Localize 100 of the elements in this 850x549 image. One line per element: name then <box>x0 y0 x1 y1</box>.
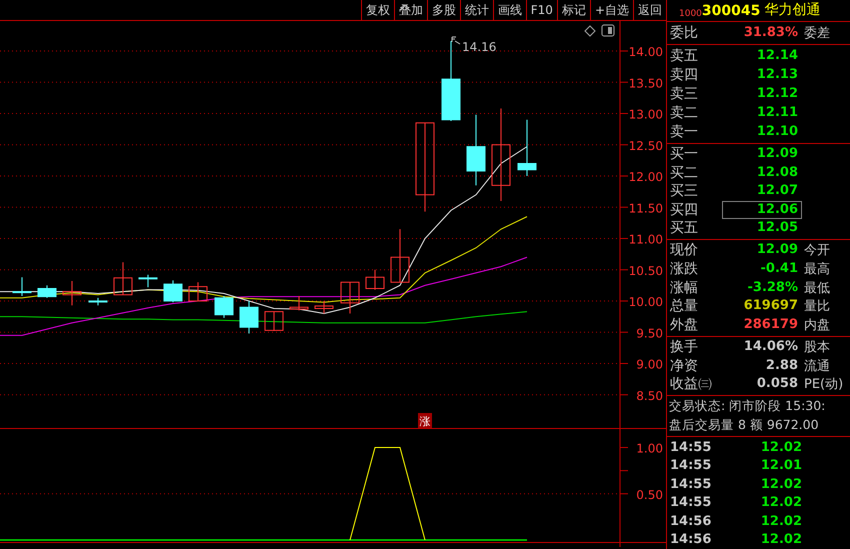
trade-price: 12.01 <box>760 458 802 474</box>
row-label: 外盘 <box>670 316 699 334</box>
row-value: 31.83% <box>742 24 799 42</box>
ask-price: 12.10 <box>756 123 799 142</box>
ask-price: 12.13 <box>756 66 799 84</box>
row-value: 12.09 <box>756 241 799 260</box>
row-label: PE(动) <box>803 376 844 394</box>
row-label: 最低 <box>803 280 831 297</box>
trade-time: 14:55 <box>670 495 712 510</box>
price-axis-label: 11.00 <box>628 232 663 246</box>
ask-price: 12.12 <box>756 84 799 103</box>
candlestick <box>138 274 158 288</box>
price-axis-label: 11.50 <box>628 201 663 216</box>
bid-price[interactable]: 12.08 <box>722 164 802 182</box>
bid-label: 买一 <box>670 144 699 163</box>
row-value: 0.058 <box>756 375 799 394</box>
candlestick <box>114 262 132 296</box>
candlestick <box>518 119 536 176</box>
trade-price: 12.02 <box>760 532 802 548</box>
row-value: 14.06% <box>742 338 799 356</box>
code-prefix: 1000 <box>679 8 702 19</box>
trade-price: 12.02 <box>760 514 802 529</box>
bid-price[interactable]: 12.06 <box>722 200 802 219</box>
price-axis-label: 13.00 <box>628 108 663 122</box>
bid-label: 买四 <box>670 200 699 219</box>
ask-label: 卖一 <box>670 123 699 142</box>
candlestick <box>466 114 486 186</box>
row-label: 流通 <box>803 358 831 375</box>
row-label: 现价 <box>670 241 699 260</box>
ask-price: 12.14 <box>756 46 799 65</box>
price-axis-label: 14.00 <box>628 45 663 59</box>
candlestick <box>290 296 308 311</box>
candlestick <box>366 269 384 290</box>
trade-time: 14:56 <box>670 532 712 548</box>
trade-time: 14:56 <box>670 514 712 529</box>
row-value: 286179 <box>742 316 799 334</box>
panel-toggle-icon[interactable] <box>602 24 614 36</box>
stock-name: 华力创通 <box>764 0 820 19</box>
row-value: 619697 <box>742 297 799 316</box>
status-text: 交易状态: 闭市阶段 15:30: <box>668 398 826 415</box>
candlestick <box>240 300 258 334</box>
ask-label: 卖二 <box>670 104 699 122</box>
row-label: 股本 <box>803 338 831 356</box>
candlestick <box>164 280 182 303</box>
trade-time: 14:55 <box>670 458 712 474</box>
candlestick <box>214 296 234 318</box>
bid-price[interactable]: 12.09 <box>722 144 802 163</box>
row-label: 总量 <box>670 297 699 316</box>
trade-price: 12.02 <box>760 495 802 510</box>
row-label: 今开 <box>803 242 831 260</box>
diamond-icon[interactable] <box>584 25 596 37</box>
candlestick <box>264 311 284 332</box>
bid-label: 买二 <box>670 164 699 182</box>
candlestick <box>88 297 108 306</box>
row-label: 换手 <box>670 338 699 356</box>
high-price-label: 14.16 <box>462 40 496 54</box>
candlestick <box>38 284 56 298</box>
price-axis-label: 13.50 <box>628 76 663 90</box>
price-axis-label: 12.00 <box>628 170 663 184</box>
bid-price[interactable]: 12.07 <box>722 182 802 200</box>
row-label: 涨跌 <box>670 260 699 278</box>
price-axis-label: 10.00 <box>628 295 663 309</box>
candlestick <box>188 282 208 302</box>
row-value: -3.28% <box>746 278 799 297</box>
row-value: -0.41 <box>760 260 799 278</box>
indicator-axis-label: 0.50 <box>636 488 663 502</box>
row-label: 净资 <box>670 356 699 375</box>
candlestick <box>62 280 82 306</box>
bid-label: 买五 <box>670 219 699 238</box>
bid-price[interactable]: 12.05 <box>722 219 802 238</box>
indicator-axis-label: 1.00 <box>636 442 663 456</box>
price-axis-label: 12.50 <box>628 138 663 153</box>
row-label: 委比 <box>670 24 699 42</box>
candlestick <box>390 228 410 283</box>
high-marker-icon <box>452 36 460 44</box>
price-axis-label: 9.50 <box>636 326 663 340</box>
bid-label: 买三 <box>670 182 699 200</box>
row-label: 内盘 <box>803 317 831 334</box>
row-label: 委差 <box>803 24 831 42</box>
ask-label: 卖四 <box>670 66 699 84</box>
row-label: 收益㈢ <box>670 375 713 394</box>
price-axis-label: 9.00 <box>636 358 663 372</box>
candlestick <box>340 282 360 314</box>
trade-time: 14:55 <box>670 440 712 455</box>
price-axis-label: 8.50 <box>636 388 663 403</box>
row-value: 2.88 <box>764 356 799 375</box>
ask-label: 卖五 <box>670 46 699 65</box>
price-axis-label: 10.50 <box>628 264 663 278</box>
candlestick <box>12 276 32 296</box>
row-label: 量比 <box>803 298 831 316</box>
trade-time: 14:55 <box>670 476 712 492</box>
row-label: 最高 <box>803 260 831 278</box>
ask-price: 12.11 <box>756 104 799 122</box>
limit-up-badge: 涨 <box>418 413 432 428</box>
status-text: 盘后交易量 8 额 9672.00 <box>668 416 820 434</box>
stock-code: 300045 <box>702 2 760 19</box>
candlestick <box>314 300 334 314</box>
ask-label: 卖三 <box>670 84 699 103</box>
row-label: 涨幅 <box>670 278 699 297</box>
trade-price: 12.02 <box>760 440 802 455</box>
